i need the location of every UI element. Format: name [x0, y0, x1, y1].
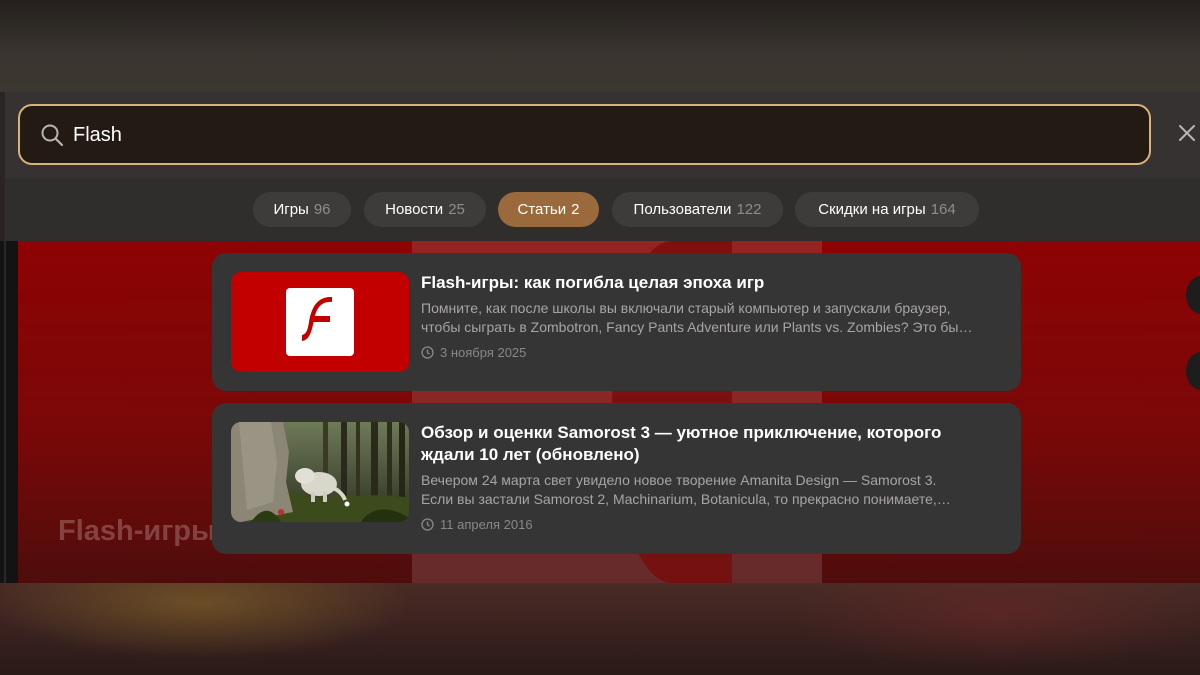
result-excerpt: Помните, как после школы вы включали ста…: [421, 299, 993, 337]
search-icon: [41, 124, 64, 147]
tab-count: 96: [313, 201, 331, 218]
tab-articles[interactable]: Статьи 2: [498, 192, 599, 227]
tab-label: Игры: [273, 201, 309, 218]
tab-label: Пользователи: [633, 201, 732, 218]
result-date: 3 ноября 2025: [421, 345, 526, 360]
background-article-title: Flash-игры: [58, 515, 216, 547]
result-thumbnail: [231, 422, 409, 522]
search-input[interactable]: [73, 120, 1123, 150]
result-excerpt: Вечером 24 марта свет увидело новое твор…: [421, 471, 993, 509]
excerpt-line: Помните, как после школы вы включали ста…: [421, 300, 951, 316]
title-line: ждали 10 лет (обновлено): [421, 445, 640, 464]
background-sidebar: [0, 241, 18, 583]
tab-count: 122: [736, 201, 762, 218]
clock-icon: [421, 346, 434, 359]
search-box[interactable]: [18, 104, 1151, 165]
search-category-tabs: [5, 178, 1200, 241]
tab-label: Скидки на игры: [818, 201, 926, 218]
close-icon[interactable]: [1176, 122, 1198, 144]
tab-games[interactable]: Игры 96: [253, 192, 351, 227]
tab-game-deals[interactable]: Скидки на игры 164: [795, 192, 979, 227]
date-text: 11 апреля 2016: [440, 517, 533, 532]
tab-users[interactable]: Пользователи 122: [612, 192, 783, 227]
background-header: [0, 0, 1200, 92]
excerpt-line: чтобы сыграть в Zombotron, Fancy Pants A…: [421, 319, 973, 335]
tab-count: 25: [448, 201, 465, 218]
result-thumbnail: [231, 272, 409, 372]
clock-icon: [421, 518, 434, 531]
result-date: 11 апреля 2016: [421, 517, 533, 532]
tab-news[interactable]: Новости 25: [364, 192, 486, 227]
tab-label: Новости: [385, 201, 444, 218]
result-title: Обзор и оценки Samorost 3 — уютное прикл…: [421, 422, 1001, 466]
search-result-card[interactable]: Обзор и оценки Samorost 3 — уютное прикл…: [212, 403, 1021, 554]
search-result-card[interactable]: Flash-игры: как погибла целая эпоха игр …: [212, 253, 1021, 391]
tab-count: 164: [930, 201, 956, 218]
samorost-scene-image: [231, 422, 409, 522]
background-footer: [0, 583, 1200, 675]
tab-label: Статьи: [517, 201, 567, 218]
excerpt-line: Если вы застали Samorost 2, Machinarium,…: [421, 491, 951, 507]
date-text: 3 ноября 2025: [440, 345, 527, 360]
tab-count: 2: [571, 201, 580, 218]
excerpt-line: Вечером 24 марта свет увидело новое твор…: [421, 472, 937, 488]
flash-logo-icon: [286, 288, 354, 356]
result-title: Flash-игры: как погибла целая эпоха игр: [421, 273, 765, 292]
title-line: Обзор и оценки Samorost 3 — уютное прикл…: [421, 423, 942, 442]
